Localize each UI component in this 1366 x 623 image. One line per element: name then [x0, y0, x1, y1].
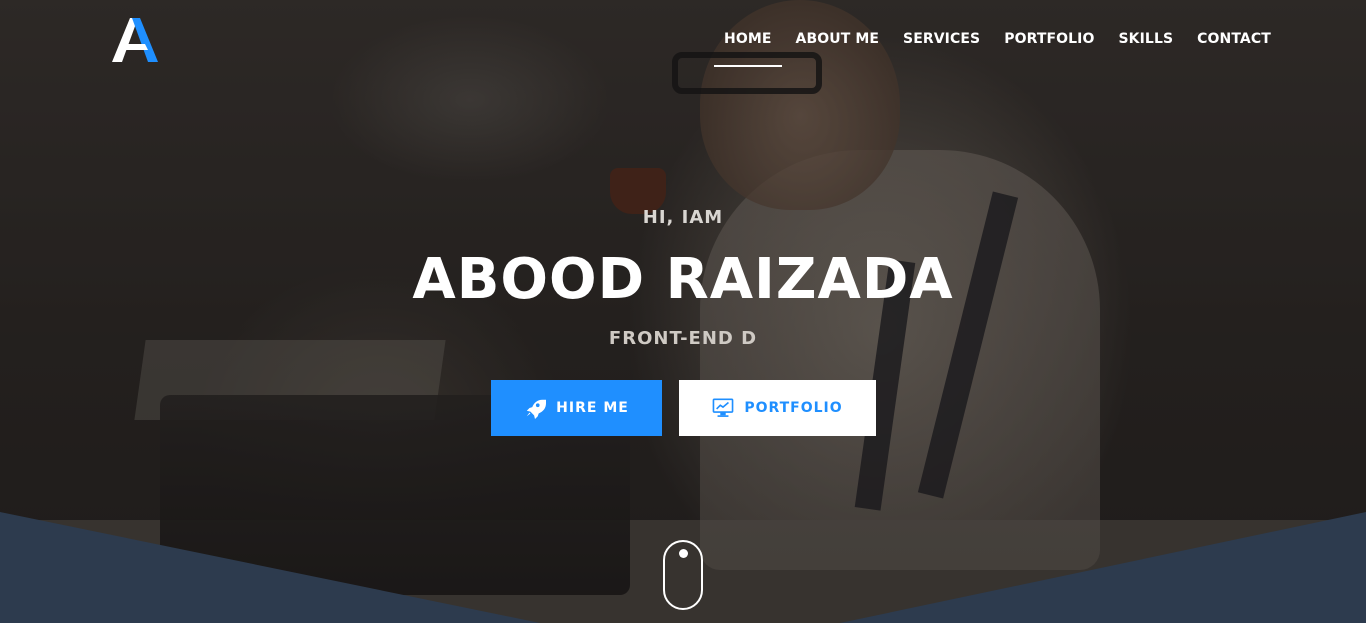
- site-logo[interactable]: [108, 16, 160, 64]
- portfolio-label: PORTFOLIO: [744, 400, 843, 416]
- hero-greeting: HI, IAM: [642, 207, 724, 228]
- monitor-chart-icon: [712, 398, 734, 417]
- main-nav: HOME ABOUT ME SERVICES PORTFOLIO SKILLS …: [712, 31, 1283, 67]
- hire-me-button[interactable]: HIRE ME: [491, 380, 662, 436]
- nav-item-contact[interactable]: CONTACT: [1185, 31, 1283, 67]
- nav-item-portfolio[interactable]: PORTFOLIO: [992, 31, 1106, 67]
- logo-a-icon: [112, 18, 158, 62]
- portfolio-button[interactable]: PORTFOLIO: [679, 380, 876, 436]
- nav-item-skills[interactable]: SKILLS: [1106, 31, 1185, 67]
- scroll-wheel-dot: [679, 549, 688, 558]
- hero-name: ABOOD RAIZADA: [412, 247, 954, 312]
- nav-item-about-me[interactable]: ABOUT ME: [784, 31, 892, 67]
- rocket-icon: [526, 399, 547, 419]
- hero-role: FRONT-END D: [608, 328, 758, 349]
- nav-item-services[interactable]: SERVICES: [891, 31, 992, 67]
- nav-item-home[interactable]: HOME: [712, 31, 784, 67]
- hire-me-label: HIRE ME: [556, 400, 629, 416]
- mouse-scroll-icon[interactable]: [663, 540, 703, 610]
